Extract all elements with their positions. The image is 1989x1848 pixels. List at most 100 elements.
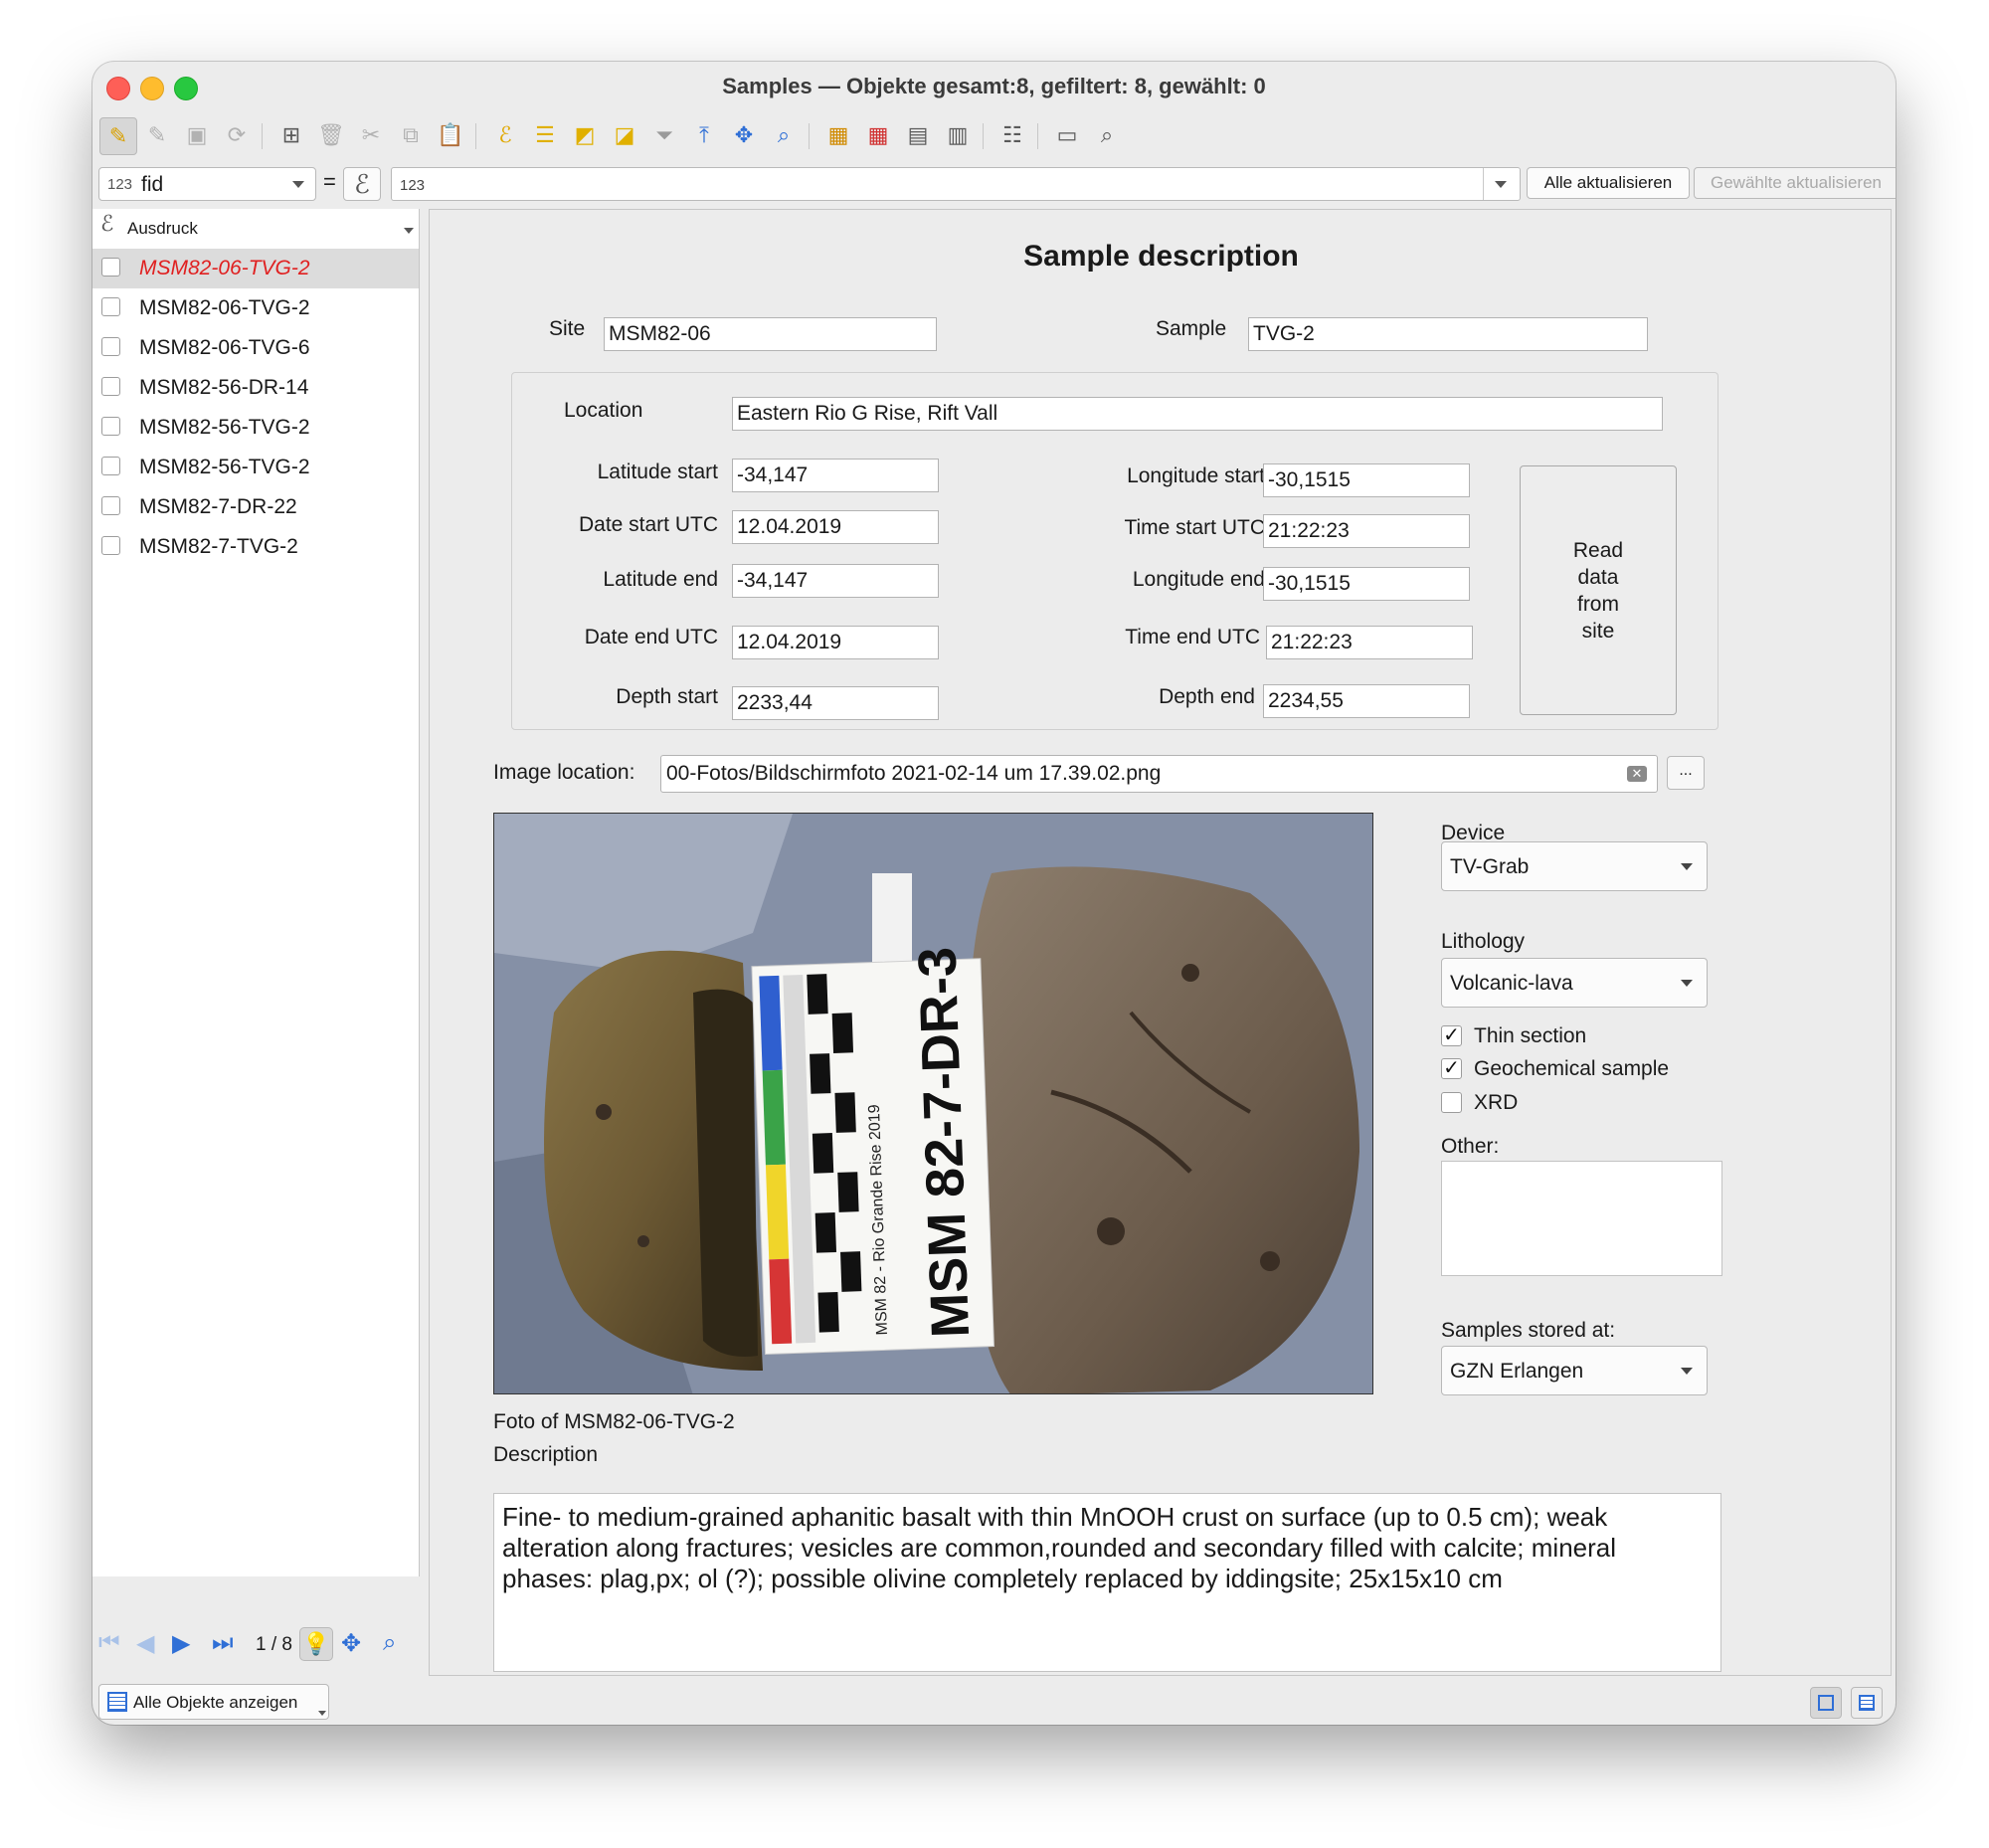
list-item[interactable]: MSM82-7-DR-22 xyxy=(92,487,419,527)
paste-icon[interactable]: 📋 xyxy=(433,117,468,153)
row-checkbox[interactable] xyxy=(101,297,120,316)
delete-field-icon[interactable]: ▦ xyxy=(860,117,896,153)
new-field-icon[interactable]: ▦ xyxy=(820,117,856,153)
pan-to-selection-icon[interactable]: ✥ xyxy=(726,117,762,153)
select-all-icon[interactable]: ☰ xyxy=(527,117,563,153)
depth-start-field[interactable]: 2233,44 xyxy=(732,686,939,720)
list-item[interactable]: MSM82-06-TVG-2 xyxy=(92,288,419,328)
field-update-bar: 123 fid = ℰ 123 Alle aktualisieren Gewäh… xyxy=(92,163,1896,203)
description-field[interactable]: Fine- to medium-grained aphanitic basalt… xyxy=(493,1493,1721,1672)
site-label: Site xyxy=(549,317,586,340)
multi-edit-icon[interactable]: ✎ xyxy=(139,117,175,153)
read-button-line: from xyxy=(1576,592,1619,616)
list-item[interactable]: MSM82-06-TVG-6 xyxy=(92,328,419,368)
expression-select-icon[interactable]: ℰ xyxy=(487,117,523,153)
other-field[interactable] xyxy=(1441,1161,1722,1276)
read-data-from-site-button[interactable]: Read data from site xyxy=(1520,465,1677,715)
row-checkbox[interactable] xyxy=(101,377,120,396)
xrd-label: XRD xyxy=(1474,1091,1519,1114)
row-checkbox[interactable] xyxy=(101,496,120,515)
expression-value: 123 xyxy=(400,177,426,194)
chevron-down-icon xyxy=(1681,863,1693,870)
longitude-end-field[interactable]: -30,1515 xyxy=(1263,567,1470,601)
next-record-icon[interactable]: ▶ xyxy=(172,1629,190,1658)
chevron-down-icon xyxy=(318,1711,326,1716)
list-item[interactable]: MSM82-06-TVG-2 xyxy=(92,249,419,288)
expression-button[interactable]: ℰ xyxy=(343,167,381,201)
zoom-to-selection-icon[interactable]: ⌕ xyxy=(766,117,802,153)
sample-label: Sample xyxy=(1156,317,1227,340)
pan-icon[interactable]: ✥ xyxy=(341,1629,361,1658)
conditional-formatting-icon[interactable]: ▥ xyxy=(940,117,976,153)
pencil-icon[interactable]: ✎ xyxy=(99,117,137,155)
table-icon xyxy=(107,1692,127,1712)
location-field[interactable]: Eastern Rio G Rise, Rift Vall xyxy=(732,397,1663,431)
list-item[interactable]: MSM82-56-TVG-2 xyxy=(92,448,419,487)
field-calculator-icon[interactable]: ▤ xyxy=(900,117,936,153)
longitude-start-field[interactable]: -30,1515 xyxy=(1263,463,1470,497)
field-type-label: 123 xyxy=(107,176,133,193)
chevron-down-icon xyxy=(1681,1368,1693,1375)
time-end-field[interactable]: 21:22:23 xyxy=(1266,626,1473,659)
move-to-top-icon[interactable]: ⤒ xyxy=(686,117,722,153)
form-view-button[interactable] xyxy=(1810,1687,1842,1719)
highlight-bulb-icon[interactable]: 💡 xyxy=(299,1627,333,1661)
geochemical-sample-checkbox[interactable]: ✓ xyxy=(1441,1058,1462,1079)
depth-end-field[interactable]: 2234,55 xyxy=(1263,684,1470,718)
read-button-line: site xyxy=(1581,619,1615,643)
thin-section-checkbox[interactable]: ✓ xyxy=(1441,1025,1462,1046)
list-item-label: MSM82-7-TVG-2 xyxy=(139,535,298,558)
latitude-start-field[interactable]: -34,147 xyxy=(732,459,939,492)
reload-icon[interactable]: ⟳ xyxy=(219,117,255,153)
row-checkbox[interactable] xyxy=(101,337,120,356)
lithology-select[interactable]: Volcanic-lava xyxy=(1441,958,1708,1008)
cut-icon[interactable]: ✂ xyxy=(353,117,389,153)
invert-selection-icon[interactable]: ◩ xyxy=(567,117,603,153)
delete-icon[interactable]: 🗑 xyxy=(313,117,349,153)
time-end-label: Time end UTC xyxy=(1125,626,1260,648)
date-start-field[interactable]: 12.04.2019 xyxy=(732,510,939,544)
list-header[interactable]: ℰ Ausdruck xyxy=(92,209,419,247)
row-checkbox[interactable] xyxy=(101,417,120,436)
image-location-field[interactable]: 00-Fotos/Bildschirmfoto 2021-02-14 um 17… xyxy=(660,755,1658,793)
copy-icon[interactable]: ⧉ xyxy=(393,117,429,153)
previous-record-icon[interactable]: ◀ xyxy=(136,1629,154,1658)
table-view-button[interactable] xyxy=(1851,1687,1883,1719)
image-location-label: Image location: xyxy=(493,761,635,784)
row-checkbox[interactable] xyxy=(101,536,120,555)
expression-dropdown[interactable] xyxy=(1483,168,1520,200)
zoom-icon[interactable]: ⌕ xyxy=(383,1629,396,1657)
stored-at-select[interactable]: GZN Erlangen xyxy=(1441,1346,1708,1395)
actions-icon[interactable]: ▭ xyxy=(1049,117,1085,153)
dock-icon[interactable]: ☷ xyxy=(994,117,1030,153)
list-item-label: MSM82-56-TVG-2 xyxy=(139,456,310,478)
add-feature-icon[interactable]: ⊞ xyxy=(273,117,309,153)
row-checkbox[interactable] xyxy=(101,258,120,277)
list-item[interactable]: MSM82-56-DR-14 xyxy=(92,368,419,408)
browse-button[interactable]: ... xyxy=(1667,756,1705,790)
row-checkbox[interactable] xyxy=(101,457,120,475)
show-all-features-dropdown[interactable]: Alle Objekte anzeigen xyxy=(98,1684,329,1720)
expression-input[interactable]: 123 xyxy=(391,167,1521,201)
first-record-icon[interactable]: ⏮ xyxy=(98,1629,120,1657)
time-start-field[interactable]: 21:22:23 xyxy=(1263,514,1470,548)
device-select[interactable]: TV-Grab xyxy=(1441,841,1708,891)
filter-icon[interactable]: ⏷ xyxy=(646,117,682,153)
site-field[interactable]: MSM82-06 xyxy=(604,317,937,351)
latitude-end-field[interactable]: -34,147 xyxy=(732,564,939,598)
other-label: Other: xyxy=(1441,1135,1500,1158)
search-zoom-icon[interactable]: ⌕ xyxy=(1089,117,1125,153)
update-selected-button[interactable]: Gewählte aktualisieren xyxy=(1694,167,1896,199)
deselect-icon[interactable]: ◪ xyxy=(607,117,642,153)
update-all-button[interactable]: Alle aktualisieren xyxy=(1527,167,1690,199)
feature-form: Sample description Site MSM82-06 Sample … xyxy=(429,209,1892,1676)
save-icon[interactable]: ▣ xyxy=(179,117,215,153)
sample-field[interactable]: TVG-2 xyxy=(1248,317,1648,351)
list-item[interactable]: MSM82-56-TVG-2 xyxy=(92,408,419,448)
xrd-checkbox[interactable] xyxy=(1441,1092,1462,1113)
clear-field-icon[interactable]: ✕ xyxy=(1627,766,1647,782)
last-record-icon[interactable]: ⏭ xyxy=(212,1629,234,1657)
date-end-field[interactable]: 12.04.2019 xyxy=(732,626,939,659)
list-item[interactable]: MSM82-7-TVG-2 xyxy=(92,527,419,567)
field-select[interactable]: 123 fid xyxy=(98,167,316,201)
